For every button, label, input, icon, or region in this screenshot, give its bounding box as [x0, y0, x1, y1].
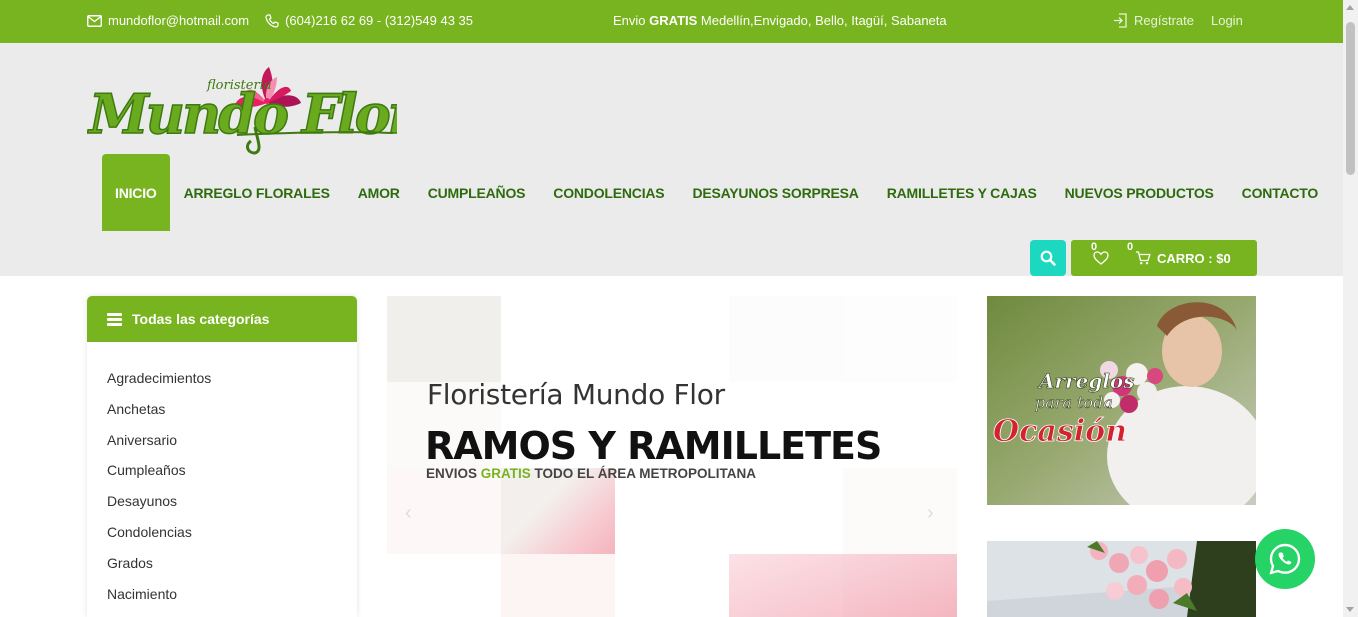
shipping-suffix: Medellín,Envigado, Bello, Itagüí, Sabane…: [697, 13, 947, 28]
category-item[interactable]: Cumpleaños: [107, 459, 357, 490]
category-header[interactable]: Todas las categorías: [87, 296, 357, 342]
cart-icon-wrap: 0: [1127, 241, 1151, 265]
nav-arreglo-florales[interactable]: ARREGLO FLORALES: [170, 154, 344, 231]
hero-title: RAMOS Y RAMILLETES: [425, 424, 882, 468]
nav-inicio[interactable]: INICIO: [102, 154, 170, 231]
site-logo[interactable]: floristeria Mundo Flor: [86, 67, 423, 155]
hero-tile: [729, 296, 843, 382]
promo-banner-occasion[interactable]: Arreglos para toda Ocasión: [987, 296, 1256, 505]
nav-amor[interactable]: AMOR: [344, 154, 414, 231]
hero-tag-suffix: TODO EL ÁREA METROPOLITANA: [530, 466, 757, 481]
sign-in-icon: [1114, 13, 1127, 28]
category-item[interactable]: Aniversario: [107, 429, 357, 460]
category-item[interactable]: Nacimiento: [107, 583, 357, 614]
roses-image: [987, 541, 1256, 617]
heart-icon: [1093, 251, 1109, 265]
nav-condolencias[interactable]: CONDOLENCIAS: [539, 154, 678, 231]
hero-tagline: ENVIOS GRATIS TODO EL ÁREA METROPOLITANA: [426, 466, 756, 481]
cart-button[interactable]: 0 0 CARRO : $0: [1071, 240, 1257, 276]
search-icon: [1040, 250, 1056, 266]
category-panel: Todas las categorías Agradecimientos Anc…: [87, 296, 357, 617]
login-label: Login: [1210, 13, 1243, 28]
category-item[interactable]: Condolencias: [107, 521, 357, 552]
hero-subtitle: Floristería Mundo Flor: [427, 378, 725, 411]
nav-nuevos-productos[interactable]: NUEVOS PRODUCTOS: [1051, 154, 1228, 231]
category-title: Todas las categorías: [132, 311, 270, 327]
main-nav: INICIO ARREGLO FLORALES AMOR CUMPLEAÑOS …: [102, 154, 1332, 231]
search-button[interactable]: [1030, 240, 1066, 276]
scroll-up-icon[interactable]: [1346, 5, 1354, 10]
ad-line1: Arreglos: [1037, 369, 1135, 393]
hero-slider[interactable]: ‹ › Floristería Mundo Flor RAMOS Y RAMIL…: [387, 296, 957, 617]
register-label: Regístrate: [1134, 13, 1194, 28]
contact-info: mundoflor@hotmail.com (604)216 62 69 - (…: [87, 13, 489, 28]
hero-tag-highlight: GRATIS: [480, 466, 531, 481]
wishlist-button[interactable]: 0: [1091, 241, 1109, 265]
next-arrow-icon[interactable]: ›: [927, 502, 934, 525]
scroll-down-icon[interactable]: [1346, 607, 1354, 612]
shipping-bold: GRATIS: [649, 13, 698, 28]
hero-tile: [729, 554, 843, 617]
wishlist-count: 0: [1091, 241, 1098, 253]
hero-tile: [501, 554, 615, 617]
login-link[interactable]: Login: [1211, 13, 1243, 28]
scroll-thumb[interactable]: [1346, 22, 1355, 175]
ad-line2: para toda: [1035, 393, 1113, 412]
page-scrollbar[interactable]: [1343, 0, 1358, 617]
hero-tag-prefix: ENVIOS: [426, 466, 481, 481]
ad-line3: Ocasión: [993, 414, 1127, 449]
nav-desayunos-sorpresa[interactable]: DESAYUNOS SORPRESA: [678, 154, 872, 231]
email-text: mundoflor@hotmail.com: [108, 13, 250, 28]
nav-cumpleanos[interactable]: CUMPLEAÑOS: [414, 154, 540, 231]
promo-banner-roses[interactable]: [987, 541, 1256, 617]
bride-bouquet-image: Arreglos para toda Ocasión: [987, 296, 1256, 505]
category-item[interactable]: Desayunos: [107, 490, 357, 521]
hero-tile: [843, 468, 957, 554]
hero-tile: [843, 554, 957, 617]
shipping-notice: Envio GRATIS Medellín,Envigado, Bello, I…: [613, 13, 947, 28]
email-link[interactable]: mundoflor@hotmail.com: [87, 13, 249, 28]
category-list: Agradecimientos Anchetas Aniversario Cum…: [87, 342, 357, 613]
nav-ramilletes-y-cajas[interactable]: RAMILLETES Y CAJAS: [873, 154, 1051, 231]
whatsapp-icon: [1269, 543, 1301, 575]
cart-count: 0: [1127, 241, 1134, 253]
hero-tile: [843, 296, 957, 382]
category-item[interactable]: Grados: [107, 552, 357, 583]
account-links: Regístrate Login: [1113, 13, 1243, 28]
shipping-prefix: Envio: [613, 13, 650, 28]
prev-arrow-icon[interactable]: ‹: [405, 502, 412, 525]
site-header: floristeria Mundo Flor INICIO ARREGLO FL…: [0, 43, 1343, 276]
category-item[interactable]: Anchetas: [107, 398, 357, 429]
shopping-cart-icon: [1136, 251, 1151, 265]
phone-text: (604)216 62 69 - (312)549 43 35: [285, 13, 474, 28]
mundo-flor-logo: floristeria Mundo Flor: [86, 67, 423, 155]
list-icon: [107, 312, 122, 326]
top-bar: mundoflor@hotmail.com (604)216 62 69 - (…: [0, 0, 1343, 43]
cart-label: CARRO : $0: [1157, 250, 1231, 266]
category-item[interactable]: Agradecimientos: [107, 367, 357, 398]
hero-tile: [387, 296, 501, 382]
nav-contacto[interactable]: CONTACTO: [1228, 154, 1332, 231]
whatsapp-button[interactable]: [1255, 529, 1315, 589]
logo-main-text: Mundo Flor: [87, 82, 397, 146]
envelope-icon: [87, 14, 102, 27]
phone-link[interactable]: (604)216 62 69 - (312)549 43 35: [265, 13, 473, 28]
phone-icon: [265, 13, 279, 28]
register-link[interactable]: Regístrate: [1113, 13, 1194, 28]
